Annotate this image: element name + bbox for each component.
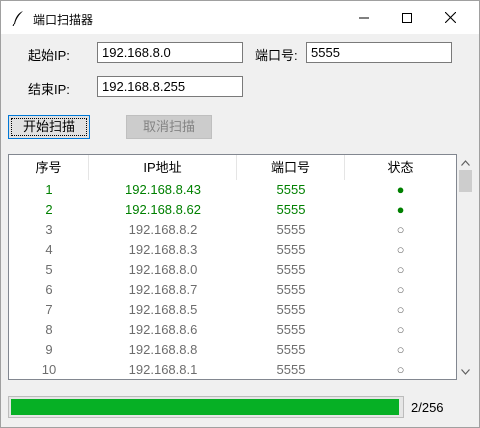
- cell-port: 5555: [276, 242, 306, 257]
- cell-ip: 192.168.8.3: [128, 242, 198, 257]
- table-row[interactable]: 4 192.168.8.3 5555 ○: [9, 240, 456, 260]
- cell-index: 8: [45, 322, 53, 337]
- results-table[interactable]: 序号 IP地址 端口号 状态 1 192.168.8.43 5555 ● 2 192.16…: [8, 154, 457, 380]
- cell-index: 3: [45, 222, 53, 237]
- cell-index: 1: [45, 182, 53, 197]
- cell-index: 5: [45, 262, 53, 277]
- cell-port: 5555: [276, 322, 306, 337]
- minimize-icon: [359, 17, 369, 18]
- cell-status: ○: [396, 282, 405, 297]
- cell-ip: 192.168.8.0: [128, 262, 198, 277]
- column-header-ip[interactable]: IP地址: [89, 155, 237, 180]
- start-ip-label: 起始IP:: [28, 48, 70, 63]
- port-input[interactable]: 5555: [306, 42, 452, 63]
- start-scan-button[interactable]: 开始扫描: [8, 115, 90, 139]
- end-ip-input[interactable]: 192.168.8.255: [97, 76, 243, 97]
- column-header-index[interactable]: 序号: [9, 155, 89, 180]
- cell-status: ○: [396, 262, 405, 277]
- cell-port: 5555: [276, 182, 306, 197]
- maximize-button[interactable]: [384, 1, 430, 34]
- cell-ip: 192.168.8.62: [125, 202, 201, 217]
- table-header: 序号 IP地址 端口号 状态: [9, 155, 456, 180]
- cell-port: 5555: [276, 302, 306, 317]
- table-row[interactable]: 5 192.168.8.0 5555 ○: [9, 260, 456, 280]
- table-row[interactable]: 10 192.168.8.1 5555 ○: [9, 360, 456, 379]
- close-icon: [444, 12, 456, 23]
- cell-index: 7: [45, 302, 53, 317]
- cell-index: 2: [45, 202, 53, 217]
- end-ip-label: 结束IP:: [28, 82, 70, 97]
- scan-progress-bar: [8, 396, 404, 418]
- scroll-down-button[interactable]: [457, 363, 474, 380]
- cell-status: ○: [396, 322, 405, 337]
- table-row[interactable]: 9 192.168.8.8 5555 ○: [9, 340, 456, 360]
- cell-ip: 192.168.8.7: [128, 282, 198, 297]
- cell-index: 9: [45, 342, 53, 357]
- cell-index: 6: [45, 282, 53, 297]
- cell-ip: 192.168.8.2: [128, 222, 198, 237]
- table-row[interactable]: 3 192.168.8.2 5555 ○: [9, 220, 456, 240]
- progress-count: 2/256: [411, 400, 444, 415]
- scrollbar-thumb[interactable]: [459, 170, 472, 192]
- cell-ip: 192.168.8.5: [128, 302, 198, 317]
- vertical-scrollbar[interactable]: [457, 154, 474, 380]
- port-label: 端口号:: [255, 48, 298, 63]
- cell-status: ○: [396, 342, 405, 357]
- table-row[interactable]: 1 192.168.8.43 5555 ●: [9, 180, 456, 200]
- chevron-up-icon: [461, 159, 470, 166]
- cell-status: ○: [396, 222, 405, 237]
- progress-fill: [11, 399, 399, 415]
- scroll-up-button[interactable]: [457, 154, 474, 171]
- cell-status: ○: [396, 302, 405, 317]
- maximize-icon: [402, 12, 412, 23]
- title-bar[interactable]: 端口扫描器: [1, 1, 479, 34]
- cell-index: 10: [41, 362, 57, 377]
- column-header-port[interactable]: 端口号: [237, 155, 345, 180]
- start-ip-input[interactable]: 192.168.8.0: [97, 42, 243, 63]
- feather-icon: [11, 10, 27, 27]
- window-title: 端口扫描器: [33, 13, 94, 27]
- cell-ip: 192.168.8.8: [128, 342, 198, 357]
- chevron-down-icon: [461, 368, 470, 375]
- cell-port: 5555: [276, 202, 306, 217]
- cell-status: ●: [396, 182, 405, 197]
- cell-index: 4: [45, 242, 53, 257]
- cell-status: ○: [396, 242, 405, 257]
- table-row[interactable]: 6 192.168.8.7 5555 ○: [9, 280, 456, 300]
- cancel-scan-button[interactable]: 取消扫描: [126, 115, 212, 139]
- close-button[interactable]: [427, 1, 473, 34]
- minimize-button[interactable]: [341, 1, 387, 34]
- column-header-status[interactable]: 状态: [345, 155, 456, 180]
- cell-port: 5555: [276, 342, 306, 357]
- cell-port: 5555: [276, 362, 306, 377]
- app-window: 端口扫描器 起始IP: 192.168.8.0 端口号: 5555 结束IP: …: [0, 0, 480, 428]
- cell-status: ○: [396, 362, 405, 377]
- table-row[interactable]: 7 192.168.8.5 5555 ○: [9, 300, 456, 320]
- cell-port: 5555: [276, 262, 306, 277]
- table-row[interactable]: 8 192.168.8.6 5555 ○: [9, 320, 456, 340]
- table-row[interactable]: 2 192.168.8.62 5555 ●: [9, 200, 456, 220]
- cell-status: ●: [396, 202, 405, 217]
- cell-ip: 192.168.8.1: [128, 362, 198, 377]
- cell-ip: 192.168.8.6: [128, 322, 198, 337]
- cell-ip: 192.168.8.43: [125, 182, 201, 197]
- cell-port: 5555: [276, 282, 306, 297]
- cell-port: 5555: [276, 222, 306, 237]
